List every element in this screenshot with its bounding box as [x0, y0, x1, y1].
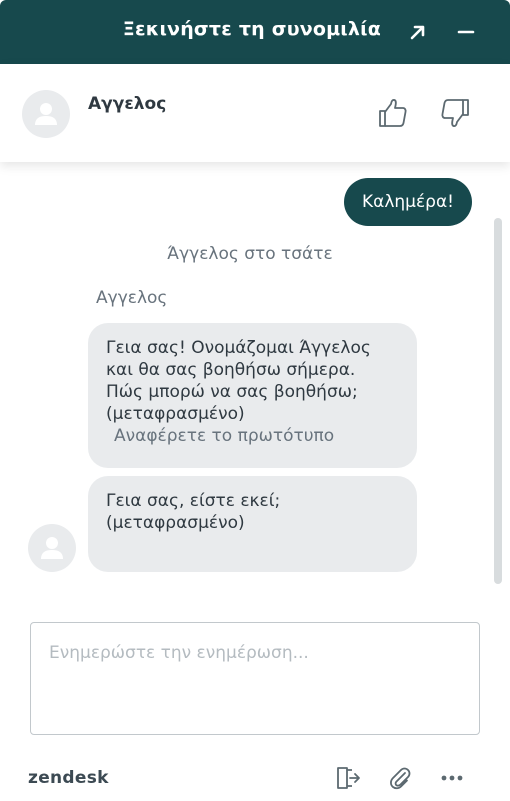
message-line: Γεια σας! Ονομάζομαι Άγγελος: [106, 338, 371, 358]
agent-joined-message: Άγγελος στο τσάτε: [167, 244, 333, 264]
rate-bad-button[interactable]: [438, 96, 472, 130]
more-options-button[interactable]: [438, 764, 466, 792]
message-avatar: [28, 524, 76, 572]
paperclip-icon: [390, 767, 411, 790]
message-line: (μεταφρασμένο): [106, 404, 245, 424]
arrow-up-right-icon: [410, 25, 425, 40]
minimize-button[interactable]: [452, 18, 480, 46]
agent-bar: Αγγελος: [0, 64, 510, 162]
rate-good-button[interactable]: [376, 96, 410, 130]
message-line: Πώς μπορώ να σας βοηθήσω;: [106, 382, 358, 402]
agent-avatar: [22, 90, 70, 138]
agent-message-bubble: Γεια σας! Ονομάζομαι Άγγελος και θα σας …: [88, 323, 417, 468]
zendesk-logo[interactable]: zendesk: [28, 768, 109, 788]
thumbs-up-icon: [379, 99, 407, 127]
agent-name: Αγγελος: [88, 94, 167, 114]
thumbs-down-icon: [441, 99, 469, 127]
user-icon: [41, 537, 63, 559]
message-scrollbar[interactable]: [494, 218, 502, 584]
end-chat-button[interactable]: [334, 764, 362, 792]
message-line: (μεταφρασμένο): [106, 513, 245, 533]
agent-message-bubble: Γεια σας, είστε εκεί; (μεταφρασμένο): [88, 476, 417, 572]
user-icon: [35, 103, 57, 125]
more-options-icon: [441, 775, 463, 781]
header-title: Ξεκινήστε τη συνομιλία: [122, 18, 381, 40]
message-input[interactable]: Ενημερώστε την ενημέρωση...: [30, 622, 480, 735]
show-original-link[interactable]: Αναφέρετε το πρωτότυπο: [106, 425, 399, 447]
message-line: και θα σας βοηθήσω σήμερα.: [106, 360, 356, 380]
attach-file-button[interactable]: [386, 764, 414, 792]
message-line: Γεια σας, είστε εκεί;: [106, 491, 281, 511]
message-input-placeholder: Ενημερώστε την ενημέρωση...: [49, 643, 309, 663]
chat-header: Ξεκινήστε τη συνομιλία: [0, 0, 510, 64]
exit-icon: [337, 767, 360, 789]
popout-button[interactable]: [404, 18, 432, 46]
user-message-bubble: Καλημέρα!: [343, 178, 472, 226]
minus-icon: [457, 30, 475, 34]
sender-label: Αγγελος: [96, 288, 168, 308]
